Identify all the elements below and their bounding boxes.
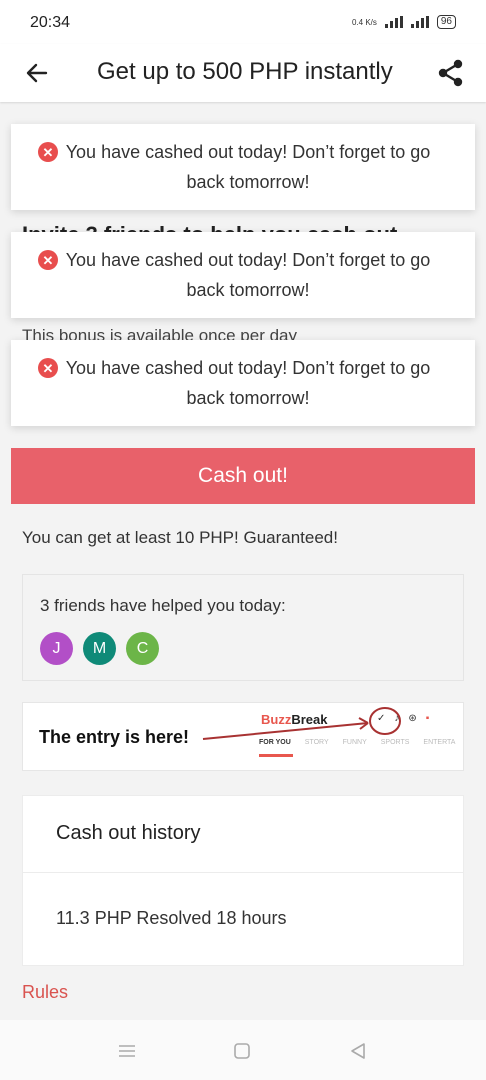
nav-back-button[interactable] bbox=[345, 1038, 371, 1064]
friends-title: 3 friends have helped you today: bbox=[40, 596, 286, 615]
toast-line-2: back tomorrow! bbox=[186, 280, 310, 300]
home-button[interactable] bbox=[229, 1038, 255, 1064]
menu-button[interactable] bbox=[114, 1038, 140, 1064]
signal-icon-2 bbox=[410, 16, 429, 28]
battery-icon: 96 bbox=[436, 15, 456, 29]
status-icons: 0.4 K/s 96 bbox=[352, 15, 456, 29]
network-speed: 0.4 K/s bbox=[351, 17, 377, 27]
toast-line-2: back tomorrow! bbox=[186, 172, 310, 192]
avatar: C bbox=[126, 632, 159, 665]
divider bbox=[23, 872, 463, 873]
back-button[interactable] bbox=[20, 56, 54, 90]
rules-link[interactable]: Rules bbox=[22, 982, 68, 1003]
toast-line-1: You have cashed out today! Don’t forget … bbox=[65, 142, 431, 162]
history-title: Cash out history bbox=[56, 822, 201, 844]
menu-icon bbox=[119, 1045, 135, 1057]
friend-avatars: J M C bbox=[40, 632, 159, 665]
page-title: Get up to 500 PHP instantly bbox=[97, 58, 393, 85]
app-bar: Get up to 500 PHP instantly bbox=[0, 44, 486, 102]
toast-line-1: You have cashed out today! Don’t forget … bbox=[65, 250, 431, 270]
friends-card: 3 friends have helped you today: J M C bbox=[22, 574, 464, 681]
cash-out-button[interactable]: Cash out! bbox=[11, 448, 475, 504]
pointer-arrow-icon bbox=[202, 707, 401, 740]
share-icon bbox=[438, 59, 463, 87]
toast-line-2: back tomorrow! bbox=[186, 388, 310, 408]
status-bar: 20:34 0.4 K/s 96 bbox=[0, 0, 486, 44]
system-nav-bar bbox=[0, 1020, 486, 1080]
triangle-back-icon bbox=[351, 1043, 365, 1059]
cash-out-history-card: Cash out history 11.3 PHP Resolved 18 ho… bbox=[22, 795, 464, 966]
share-button[interactable] bbox=[434, 56, 468, 90]
home-square-icon bbox=[234, 1043, 250, 1059]
back-arrow-icon bbox=[26, 63, 48, 83]
toast-message: ✕ You have cashed out today! Don’t forge… bbox=[11, 232, 475, 318]
status-time: 20:34 bbox=[30, 14, 71, 31]
avatar: J bbox=[40, 632, 73, 665]
toast-line-1: You have cashed out today! Don’t forget … bbox=[65, 358, 431, 378]
entry-guide-card: The entry is here! BuzzBreak ✓ ♪ ⊛ ▪ FOR… bbox=[22, 702, 464, 771]
toast-message: ✕ You have cashed out today! Don’t forge… bbox=[11, 340, 475, 426]
history-item: 11.3 PHP Resolved 18 hours bbox=[56, 908, 287, 928]
signal-icon bbox=[384, 16, 403, 28]
avatar: M bbox=[83, 632, 116, 665]
toast-message: ✕ You have cashed out today! Don’t forge… bbox=[11, 124, 475, 210]
guarantee-text: You can get at least 10 PHP! Guaranteed! bbox=[22, 528, 338, 547]
